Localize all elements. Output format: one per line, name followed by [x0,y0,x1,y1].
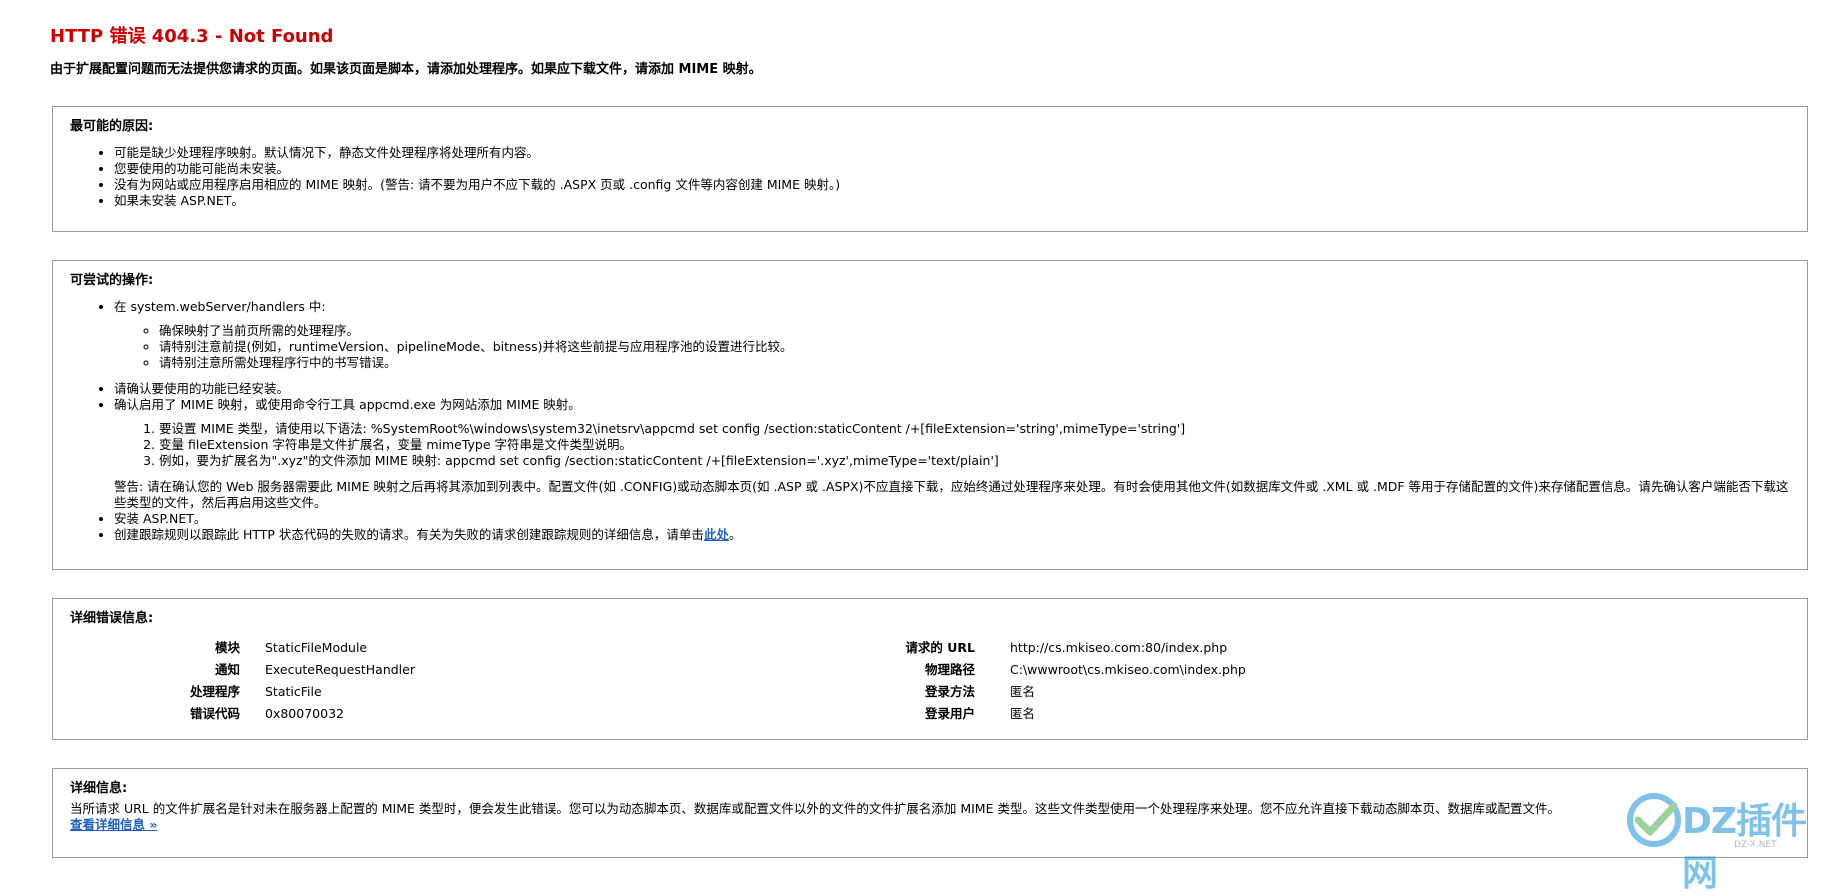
watermark-logo-icon [1627,793,1681,847]
sub-item: 确保映射了当前页所需的处理程序。 [159,323,1790,339]
page-header: HTTP 错误 404.3 - Not Found 由于扩展配置问题而无法提供您… [50,22,762,77]
things-to-try-heading: 可尝试的操作: [70,273,154,288]
more-info-text: 当所请求 URL 的文件扩展名是针对未在服务器上配置的 MIME 类型时，便会发… [70,801,1560,816]
action-item-text: 创建跟踪规则以跟踪此 HTTP 状态代码的失败的请求。有关为失败的请求创建跟踪规… [114,527,704,542]
things-to-try-box: 可尝试的操作: 在 system.webServer/handlers 中: 确… [52,260,1808,570]
detail-value: C:\wwwroot\cs.mkiseo.com\index.php [1010,662,1246,677]
detail-value: 匿名 [1010,706,1036,721]
detail-label: 通知 [214,662,240,677]
watermark-subtext: DZ-X.NET [1734,840,1777,850]
detailed-error-box: 详细错误信息: 模块 StaticFileModule 请求的 URL http… [52,598,1808,740]
likely-causes-box: 最可能的原因: 可能是缺少处理程序映射。默认情况下，静态文件处理程序将处理所有内… [52,106,1808,232]
action-item: 请确认要使用的功能已经安装。 [114,381,1790,397]
cause-item: 没有为网站或应用程序启用相应的 MIME 映射。(警告: 请不要为用户不应下载的… [114,177,1790,193]
detail-value: StaticFileModule [265,640,368,655]
action-item: 创建跟踪规则以跟踪此 HTTP 状态代码的失败的请求。有关为失败的请求创建跟踪规… [114,527,1790,543]
site-watermark: DZ插件网 DZ-X.NET [1624,782,1824,894]
sub-item: 请特别注意所需处理程序行中的书写错误。 [159,355,1790,371]
detail-label: 登录用户 [924,706,975,721]
table-row: 错误代码 0x80070032 登录用户 匿名 [70,703,1246,725]
likely-causes-heading: 最可能的原因: [70,119,154,134]
view-more-info-link[interactable]: 查看详细信息 » [70,817,157,832]
detail-label: 登录方法 [924,684,975,699]
sub-item: 请特别注意前提(例如，runtimeVersion、pipelineMode、b… [159,339,1790,355]
more-info-box: 详细信息: 当所请求 URL 的文件扩展名是针对未在服务器上配置的 MIME 类… [52,768,1808,858]
action-item: 安装 ASP.NET。 [114,511,1790,527]
step-item: 要设置 MIME 类型，请使用以下语法: %SystemRoot%\window… [159,421,1790,437]
mime-steps-list: 要设置 MIME 类型，请使用以下语法: %SystemRoot%\window… [114,421,1790,469]
likely-causes-list: 可能是缺少处理程序映射。默认情况下，静态文件处理程序将处理所有内容。 您要使用的… [70,145,1790,209]
action-item-text: 在 system.webServer/handlers 中: [114,299,326,314]
detail-label: 处理程序 [189,684,240,699]
table-row: 通知 ExecuteRequestHandler 物理路径 C:\wwwroot… [70,659,1246,681]
table-row: 处理程序 StaticFile 登录方法 匿名 [70,681,1246,703]
error-details-table: 模块 StaticFileModule 请求的 URL http://cs.mk… [70,637,1246,725]
cause-item: 您要使用的功能可能尚未安装。 [114,161,1790,177]
here-link[interactable]: 此处 [704,527,729,542]
action-item-suffix: 。 [728,527,742,542]
error-subtitle: 由于扩展配置问题而无法提供您请求的页面。如果该页面是脚本，请添加处理程序。如果应… [50,62,762,77]
cause-item: 可能是缺少处理程序映射。默认情况下，静态文件处理程序将处理所有内容。 [114,145,1790,161]
detail-value: http://cs.mkiseo.com:80/index.php [1010,640,1228,655]
action-item: 在 system.webServer/handlers 中: 确保映射了当前页所… [114,299,1790,371]
detail-label: 物理路径 [924,662,975,677]
mime-warning-text: 警告: 请在确认您的 Web 服务器需要此 MIME 映射之后再将其添加到列表中… [114,479,1789,510]
error-title: HTTP 错误 404.3 - Not Found [50,26,334,47]
detail-value: ExecuteRequestHandler [265,662,415,677]
things-to-try-list: 在 system.webServer/handlers 中: 确保映射了当前页所… [70,299,1790,543]
table-row: 模块 StaticFileModule 请求的 URL http://cs.mk… [70,637,1246,659]
detail-value: 匿名 [1010,684,1036,699]
action-item-text: 确认启用了 MIME 映射，或使用命令行工具 appcmd.exe 为网站添加 … [114,397,581,412]
detail-value: 0x80070032 [265,706,344,721]
detail-label: 错误代码 [189,706,240,721]
detail-label: 请求的 URL [905,640,975,655]
handler-sublist: 确保映射了当前页所需的处理程序。 请特别注意前提(例如，runtimeVersi… [114,323,1790,371]
action-item: 确认启用了 MIME 映射，或使用命令行工具 appcmd.exe 为网站添加 … [114,397,1790,511]
detailed-error-heading: 详细错误信息: [70,611,154,626]
detail-value: StaticFile [265,684,322,699]
cause-item: 如果未安装 ASP.NET。 [114,193,1790,209]
more-info-heading: 详细信息: [70,781,128,796]
detail-label: 模块 [214,640,240,655]
step-item: 变量 fileExtension 字符串是文件扩展名，变量 mimeType 字… [159,437,1790,453]
step-item: 例如，要为扩展名为".xyz"的文件添加 MIME 映射: appcmd set… [159,453,1790,469]
